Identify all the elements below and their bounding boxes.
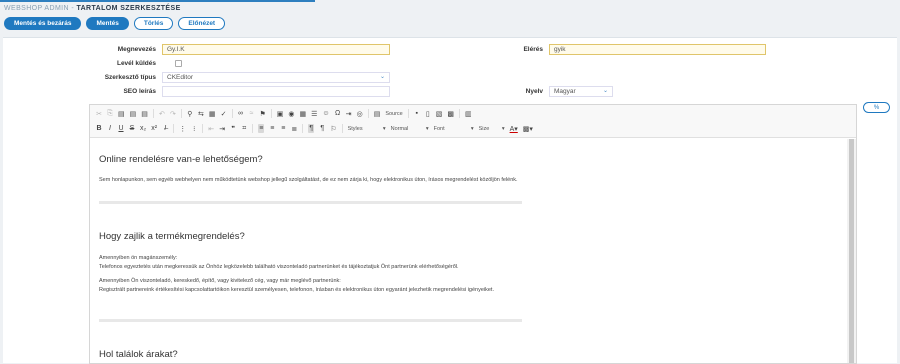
- select-all-icon[interactable]: ▦: [209, 109, 216, 118]
- anchor-icon[interactable]: ⚑: [260, 109, 266, 118]
- paste-word-icon[interactable]: ▤: [141, 109, 148, 118]
- delete-button[interactable]: Törlés: [133, 17, 174, 30]
- chevron-down-icon: ⌄: [379, 74, 385, 80]
- faq-heading-2: Hogy zajlik a termékmegrendelés?: [99, 231, 245, 242]
- link-icon[interactable]: ∞: [238, 109, 244, 118]
- page-break-icon[interactable]: ⇥: [346, 109, 352, 118]
- justify-icon[interactable]: ≣: [291, 124, 297, 133]
- blockquote-icon[interactable]: ❞: [230, 124, 236, 133]
- mail-checkbox[interactable]: [175, 60, 182, 67]
- divider: [99, 201, 522, 204]
- language-select[interactable]: Magyar ⌄: [549, 86, 613, 97]
- source-icon[interactable]: ▤: [374, 109, 381, 118]
- spellcheck-icon[interactable]: ✓: [221, 109, 227, 118]
- templates-icon[interactable]: ▥: [465, 109, 472, 118]
- subscript-icon[interactable]: x₂: [140, 124, 146, 133]
- seo-label: SEO leírás: [123, 88, 156, 95]
- editor-type-label: Szerkesztő típus: [104, 74, 156, 81]
- size-dropdown[interactable]: Size ▾: [479, 124, 505, 133]
- smiley-icon[interactable]: ☺: [322, 109, 329, 118]
- paste-icon[interactable]: ▤: [118, 109, 125, 118]
- align-left-icon[interactable]: ≡: [258, 124, 265, 133]
- rtl-icon[interactable]: ¶: [319, 124, 325, 133]
- paste-text-icon[interactable]: ▤: [130, 109, 137, 118]
- indent-icon[interactable]: ⇥: [219, 124, 225, 133]
- name-label: Megnevezés: [117, 46, 156, 53]
- faq-heading-1: Online rendelésre van-e lehetőségem?: [99, 154, 263, 165]
- faq-heading-3: Hol találok árakat?: [99, 349, 178, 360]
- table-icon[interactable]: ▦: [300, 109, 307, 118]
- italic-icon[interactable]: I: [107, 124, 113, 133]
- bold-icon[interactable]: B: [96, 124, 102, 133]
- ltr-icon[interactable]: ¶: [308, 124, 315, 133]
- path-input[interactable]: gyik: [549, 44, 766, 55]
- language-icon[interactable]: ⚐: [330, 124, 336, 133]
- cut-icon[interactable]: ✂: [96, 109, 102, 118]
- bulleted-list-icon[interactable]: ⁝: [191, 124, 197, 133]
- faq-paragraph-1: Sem honlapunkon, sem egyéb webhelyen nem…: [99, 177, 518, 183]
- align-center-icon[interactable]: ≡: [269, 124, 275, 133]
- format-dropdown[interactable]: Normal ▾: [391, 124, 429, 133]
- faq-paragraph-2c: Amennyiben Ön viszonteladó, kereskedő, é…: [99, 278, 341, 284]
- new-page-icon[interactable]: ▯: [425, 109, 431, 118]
- editor-content[interactable]: Online rendelésre van-e lehetőségem? Sem…: [90, 139, 848, 363]
- unlink-icon[interactable]: ≈: [249, 109, 255, 118]
- path-label: Elérés: [523, 46, 543, 53]
- redo-icon[interactable]: ↷: [170, 109, 176, 118]
- remove-format-icon[interactable]: I̶: [162, 124, 168, 133]
- top-accent-line: [0, 0, 900, 2]
- flash-icon[interactable]: ◉: [288, 109, 294, 118]
- print-icon[interactable]: ▩: [447, 109, 454, 118]
- chevron-down-icon: ⌄: [602, 88, 608, 94]
- superscript-icon[interactable]: x²: [151, 124, 157, 133]
- language-label: Nyelv: [525, 88, 543, 95]
- breadcrumb-current: TARTALOM SZERKESZTÉSE: [76, 5, 181, 12]
- mail-label: Levél küldés: [116, 60, 156, 67]
- editor-type-select[interactable]: CKEditor ⌄: [162, 72, 390, 83]
- save-icon[interactable]: ▪: [414, 109, 420, 118]
- preview-icon[interactable]: ▧: [436, 109, 443, 118]
- find-icon[interactable]: ⚲: [187, 109, 193, 118]
- underline-icon[interactable]: U: [118, 124, 124, 133]
- iframe-icon[interactable]: ◎: [357, 109, 363, 118]
- breadcrumb-root[interactable]: WEBSHOP ADMIN: [4, 5, 69, 12]
- source-button[interactable]: Source: [385, 109, 402, 118]
- editor-toolbar: ✂ ⎘ ▤ ▤ ▤ ↶ ↷ ⚲ ⇆ ▦ ✓ ∞ ≈ ⚑ ▣ ◉ ▦ ☰ ☺ Ω …: [90, 105, 856, 138]
- div-icon[interactable]: ⌗: [241, 124, 247, 133]
- editor-scrollbar[interactable]: [847, 139, 856, 363]
- ckeditor: ✂ ⎘ ▤ ▤ ▤ ↶ ↷ ⚲ ⇆ ▦ ✓ ∞ ≈ ⚑ ▣ ◉ ▦ ☰ ☺ Ω …: [89, 104, 857, 364]
- name-input[interactable]: Gy.I.K: [162, 44, 390, 55]
- replace-icon[interactable]: ⇆: [198, 109, 204, 118]
- copy-icon[interactable]: ⎘: [107, 109, 113, 118]
- align-right-icon[interactable]: ≡: [280, 124, 286, 133]
- bg-color-icon[interactable]: ▩▾: [523, 124, 533, 133]
- undo-icon[interactable]: ↶: [159, 109, 165, 118]
- faq-paragraph-2a: Amennyiben ön magánszemély:: [99, 255, 178, 261]
- action-buttons: Mentés és bezárás Mentés Törlés Előnézet: [4, 17, 226, 30]
- breadcrumb: WEBSHOP ADMIN - TARTALOM SZERKESZTÉSE: [4, 5, 181, 12]
- styles-dropdown[interactable]: Styles ▾: [348, 124, 386, 133]
- save-and-close-button[interactable]: Mentés és bezárás: [4, 17, 82, 30]
- save-button[interactable]: Mentés: [86, 17, 129, 30]
- divider: [99, 319, 522, 322]
- outdent-icon[interactable]: ⇤: [208, 124, 214, 133]
- image-icon[interactable]: ▣: [277, 109, 284, 118]
- numbered-list-icon[interactable]: ⋮: [179, 124, 186, 133]
- faq-paragraph-2b: Telefonos egyeztetés után megkeressük az…: [99, 264, 459, 270]
- scrollbar-thumb[interactable]: [849, 139, 854, 363]
- horizontal-rule-icon[interactable]: ☰: [311, 109, 317, 118]
- font-dropdown[interactable]: Font ▾: [434, 124, 474, 133]
- preview-button[interactable]: Előnézet: [178, 17, 226, 30]
- text-color-icon[interactable]: A▾: [510, 124, 518, 133]
- faq-paragraph-2d: Regisztrált partnereink értékesítési kap…: [99, 287, 494, 293]
- content-form-panel: Megnevezés Gy.I.K Elérés gyik Levél küld…: [3, 37, 897, 364]
- side-toggle-button[interactable]: %: [863, 102, 890, 113]
- strike-icon[interactable]: S: [129, 124, 135, 133]
- seo-input[interactable]: [162, 86, 390, 97]
- special-char-icon[interactable]: Ω: [335, 109, 341, 118]
